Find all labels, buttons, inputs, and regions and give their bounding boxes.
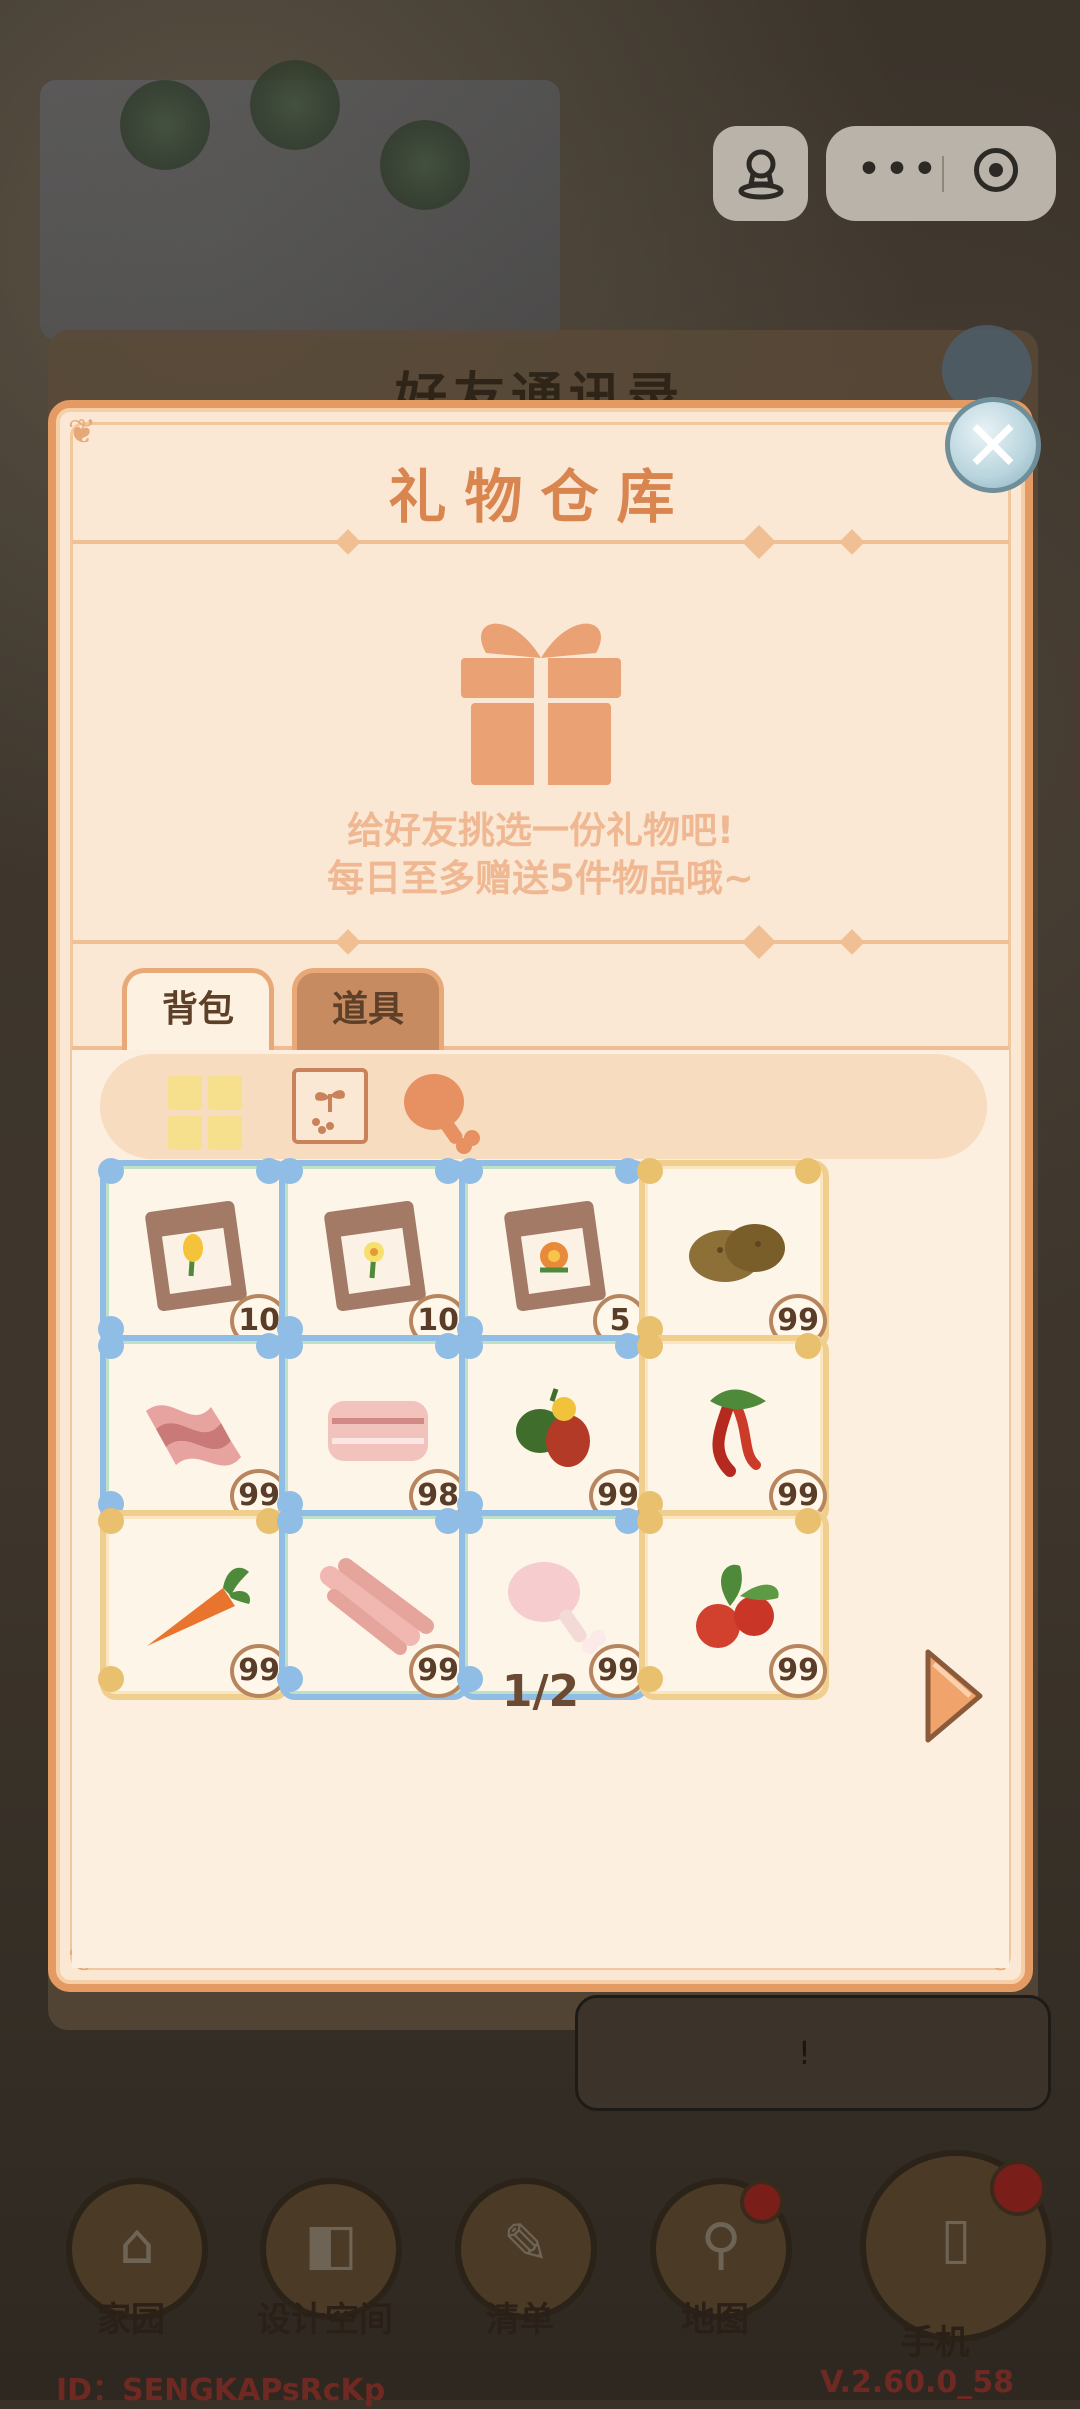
frame-bow-decoration	[98, 1158, 124, 1184]
frame-bow-decoration	[457, 1158, 483, 1184]
inventory-slot[interactable]: 99	[457, 1333, 649, 1525]
inventory-slot[interactable]: 99	[637, 1333, 829, 1525]
next-arrow-icon[interactable]	[920, 1646, 986, 1746]
title-divider	[72, 540, 1009, 544]
nav-home[interactable]: ⌂ 家园	[56, 2170, 208, 2360]
mini-program-capsule: •••	[826, 126, 1056, 221]
frame-bow-decoration	[795, 1158, 821, 1184]
version-label: V.2.60.0_58	[820, 2365, 1014, 2400]
inventory-slot[interactable]: 5	[457, 1158, 649, 1350]
grid-icon[interactable]	[168, 1076, 248, 1156]
inventory-slot[interactable]: 10	[277, 1158, 469, 1350]
gift-box-icon	[461, 623, 621, 785]
divider-diamond	[839, 929, 865, 955]
nav-home-label: 家园	[97, 2300, 165, 2340]
tulip-seed-pack-icon	[145, 1201, 247, 1311]
inventory-slot[interactable]: 99	[637, 1158, 829, 1350]
content-divider	[72, 940, 1009, 944]
scene-vine	[250, 60, 340, 150]
frame-bow-decoration	[457, 1508, 483, 1534]
frame-bow-decoration	[277, 1333, 303, 1359]
nav-map-label: 地图	[681, 2300, 749, 2340]
frame-bow-decoration	[457, 1333, 483, 1359]
stamp-icon	[738, 149, 783, 199]
tab-items[interactable]: 道具	[292, 968, 444, 1050]
divider-diamond	[335, 929, 361, 955]
frame-bow-decoration	[637, 1508, 663, 1534]
nav-design-label: 设计空间	[257, 2300, 393, 2340]
frame-bow-decoration	[637, 1158, 663, 1184]
user-id: ID：SENGKAPsRcKp	[56, 2373, 386, 2408]
daffodil-seed-pack-icon	[324, 1201, 426, 1311]
inventory-slot[interactable]: 10	[98, 1158, 290, 1350]
gift-warehouse-dialog: ❦ ❦ ❦ ❦ 礼物仓库 给好友挑选一份礼物吧! 每日至多赠送5件物品哦~ 背包…	[48, 400, 1033, 1992]
marigold-seed-pack-icon	[504, 1201, 606, 1311]
corner-ornament: ❦	[67, 412, 97, 452]
drumstick-icon[interactable]	[398, 1068, 482, 1158]
gift-hint-line-2: 每日至多赠送5件物品哦~	[327, 857, 754, 900]
frame-bow-decoration	[98, 1508, 124, 1534]
speech-bubble: !	[575, 1995, 1051, 2111]
nav-phone[interactable]: ▯ 手机	[860, 2150, 1052, 2363]
notification-dot	[990, 2160, 1046, 2216]
chili-pepper-icon	[710, 1389, 766, 1477]
nav-list-label: 清单	[486, 2300, 554, 2340]
seed-icon[interactable]	[292, 1068, 368, 1144]
nav-phone-label: 手机	[901, 2323, 969, 2363]
nav-map[interactable]: ⚲ 地图	[640, 2170, 792, 2360]
nav-design[interactable]: ◧ 设计空间	[250, 2170, 402, 2360]
divider-diamond	[742, 925, 776, 959]
close-icon: ✕	[963, 405, 1023, 487]
speech-mark: !	[798, 2034, 811, 2072]
frame-bow-decoration	[795, 1508, 821, 1534]
dialog-title: 礼物仓库	[388, 463, 693, 531]
potato-icon	[689, 1224, 785, 1282]
bell-pepper-icon	[516, 1388, 590, 1467]
page-indicator: 1/2	[501, 1666, 580, 1717]
frame-bow-decoration	[795, 1333, 821, 1359]
share-button[interactable]	[713, 126, 808, 221]
inventory-slot[interactable]: 98	[277, 1333, 469, 1525]
nav-list[interactable]: ✎ 清单	[445, 2170, 597, 2360]
target-icon[interactable]	[974, 148, 1018, 192]
tab-backpack[interactable]: 背包	[122, 968, 274, 1050]
tomato-icon	[696, 1564, 779, 1648]
frame-bow-decoration	[277, 1158, 303, 1184]
pork-belly-icon	[328, 1401, 428, 1461]
chicken-leg-icon	[508, 1562, 606, 1654]
inventory-slot[interactable]: 99	[98, 1333, 290, 1525]
capsule-separator	[942, 156, 944, 192]
frame-bow-decoration	[277, 1508, 303, 1534]
close-button[interactable]: ✕	[945, 397, 1041, 493]
bacon-icon	[146, 1405, 241, 1466]
gift-hint-line-1: 给好友挑选一份礼物吧!	[347, 809, 734, 852]
scene-vine	[380, 120, 470, 210]
more-dots-icon[interactable]: •••	[856, 144, 940, 195]
carrot-icon	[147, 1567, 251, 1646]
notification-dot	[740, 2180, 784, 2224]
frame-bow-decoration	[637, 1333, 663, 1359]
scene-vine	[120, 80, 210, 170]
ribs-icon	[320, 1558, 434, 1655]
frame-bow-decoration	[98, 1333, 124, 1359]
